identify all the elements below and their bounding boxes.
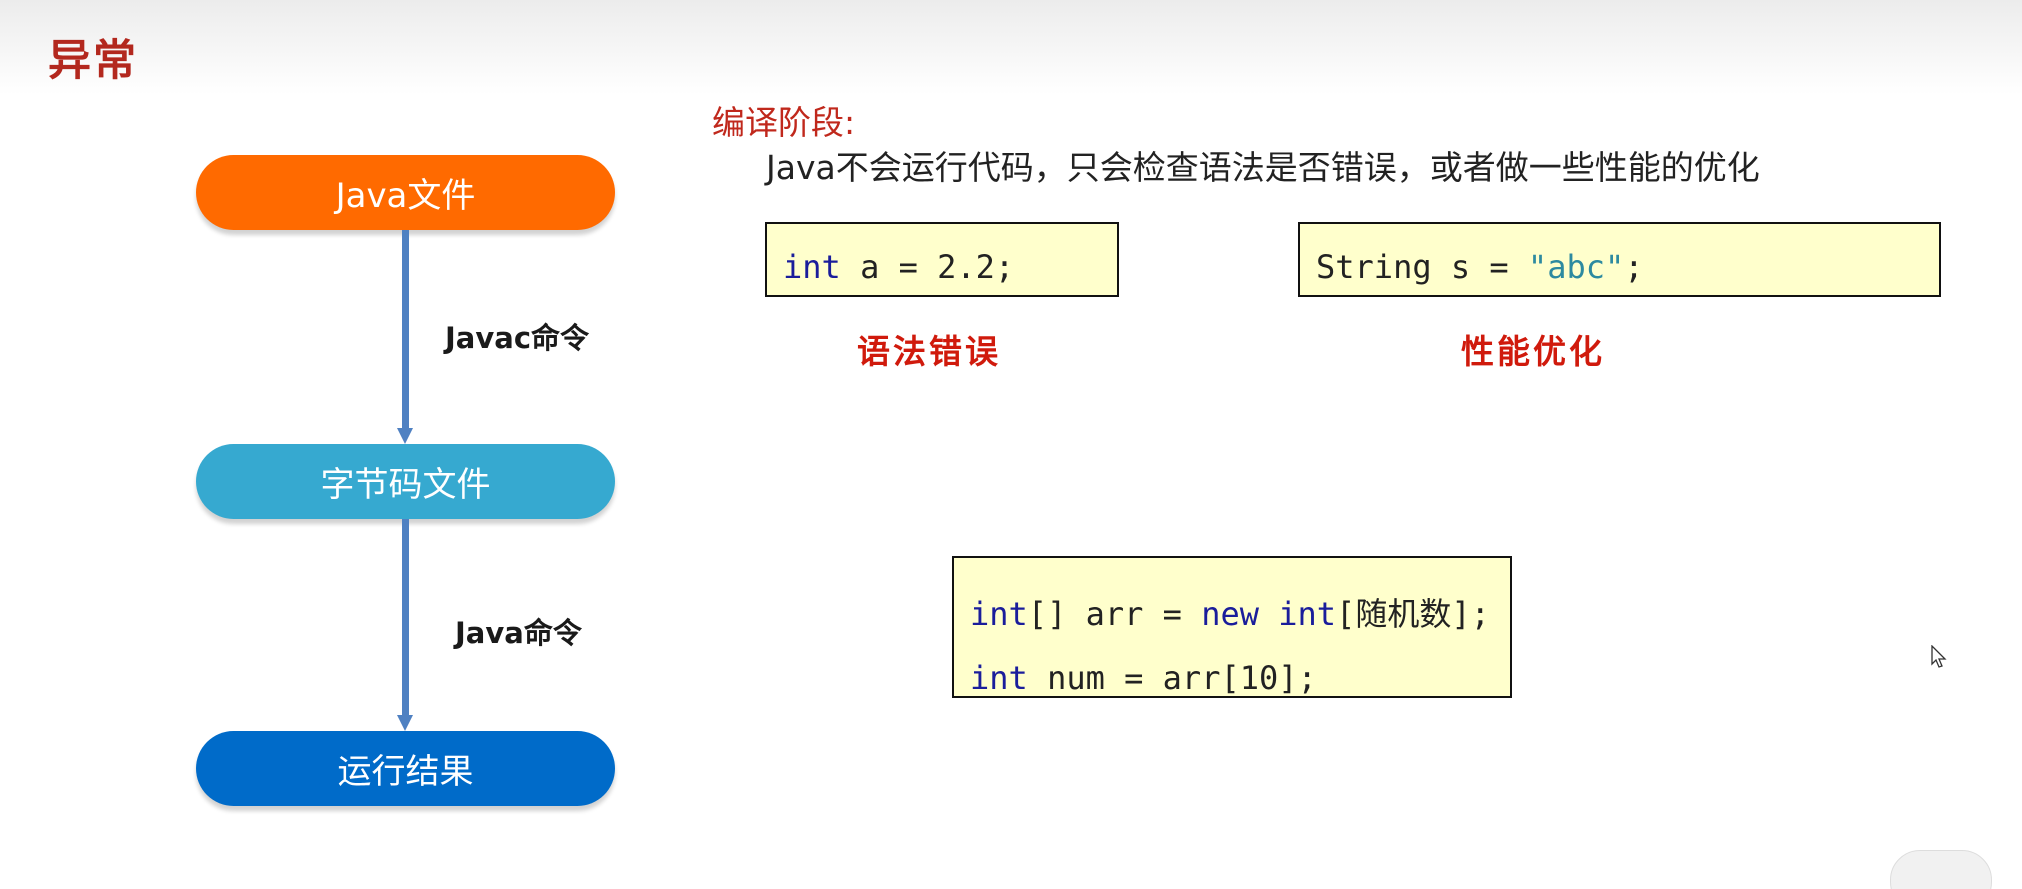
code-text: num = arr[10]; — [1027, 659, 1317, 697]
flow-node-label: Java文件 — [335, 176, 476, 216]
compile-stage-heading: 编译阶段: — [712, 103, 856, 142]
corner-widget — [1890, 850, 1992, 889]
flow-node-run-result: 运行结果 — [196, 731, 615, 806]
code-text: String s = — [1316, 248, 1528, 286]
arrow-down-icon — [397, 715, 413, 731]
syntax-error-caption: 语法错误 — [857, 332, 1001, 371]
mouse-pointer-icon — [1931, 644, 1947, 673]
header-band — [0, 0, 2022, 95]
code-text: [] arr = — [1027, 595, 1202, 633]
code-line: String s = "abc"; — [1316, 248, 1939, 286]
flow-node-bytecode-file: 字节码文件 — [196, 444, 615, 519]
code-example-syntax-error: int a = 2.2; — [765, 222, 1119, 297]
java-command-label: Java命令 — [455, 616, 582, 650]
javac-command-label: Javac命令 — [445, 321, 590, 355]
code-keyword: int — [970, 595, 1028, 633]
flow-connector — [402, 519, 409, 715]
compile-stage-description: Java不会运行代码，只会检查语法是否错误，或者做一些性能的优化 — [766, 148, 1760, 187]
flow-connector — [402, 230, 409, 428]
code-keyword: int — [970, 659, 1028, 697]
code-line: int num = arr[10]; — [970, 646, 1510, 710]
code-text: a = 2.2; — [840, 248, 1015, 286]
code-string: "abc" — [1527, 248, 1625, 286]
code-line: int[] arr = new int[随机数]; — [970, 582, 1510, 646]
flow-node-java-file: Java文件 — [196, 155, 615, 230]
code-example-optimization: String s = "abc"; — [1298, 222, 1941, 297]
flow-node-label: 字节码文件 — [320, 465, 491, 505]
code-keyword: int — [783, 248, 841, 286]
code-keyword: new — [1201, 595, 1259, 633]
code-example-runtime-array: int[] arr = new int[随机数]; int num = arr[… — [952, 556, 1512, 698]
optimization-caption: 性能优化 — [1461, 332, 1605, 371]
arrow-down-icon — [397, 428, 413, 444]
code-line: int a = 2.2; — [783, 248, 1117, 286]
flow-node-label: 运行结果 — [337, 752, 474, 792]
code-text: ; — [1624, 248, 1644, 286]
slide: 异常 Java文件 Javac命令 字节码文件 Java命令 运行结果 编译阶段… — [0, 0, 2022, 889]
code-keyword: int — [1278, 595, 1337, 633]
code-text: [随机数]; — [1336, 595, 1490, 633]
slide-title: 异常 — [48, 36, 138, 86]
